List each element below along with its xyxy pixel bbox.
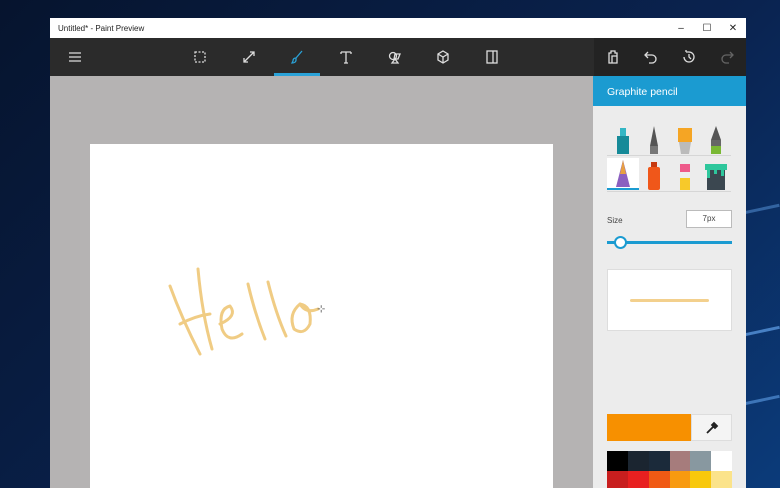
brush-preview [607, 269, 732, 331]
tool-crop-resize[interactable] [226, 38, 272, 76]
marker-icon [617, 128, 629, 154]
pen-icon [650, 126, 658, 154]
drawing-canvas[interactable]: ⊹ [90, 144, 553, 488]
brush-fill[interactable] [700, 158, 732, 190]
palette-swatch[interactable] [648, 451, 670, 471]
tool-stickers[interactable] [372, 38, 418, 76]
fountain-pen-icon [711, 126, 721, 154]
tool-3d-objects[interactable] [420, 38, 466, 76]
brush-eraser[interactable] [669, 158, 701, 190]
maximize-button[interactable]: ☐ [694, 23, 720, 34]
clipboard-icon [608, 50, 618, 64]
oil-brush-icon [678, 128, 692, 154]
tool-canvas[interactable] [469, 38, 515, 76]
palette-swatch[interactable] [669, 471, 691, 488]
palette-swatch[interactable] [627, 451, 649, 471]
brush-marker[interactable] [607, 122, 639, 154]
panel-title: Graphite pencil [593, 76, 746, 106]
history-group [594, 38, 746, 76]
pencil-icon [616, 160, 630, 187]
close-button[interactable]: ✕ [720, 23, 746, 34]
tool-select[interactable] [177, 38, 223, 76]
paint-window: Untitled* - Paint Preview – ☐ ✕ ⊹ Graphi… [50, 18, 746, 488]
paint-bucket-icon [705, 164, 727, 190]
eyedropper-icon [705, 421, 718, 434]
minimize-button[interactable]: – [668, 23, 694, 34]
divider [607, 155, 731, 156]
palette-swatch[interactable] [690, 471, 712, 488]
hello-drawing: ⊹ [168, 267, 325, 356]
eraser-icon [680, 164, 690, 190]
history-button[interactable] [670, 38, 708, 76]
canvas-area: ⊹ [50, 76, 593, 488]
resize-icon [243, 51, 255, 63]
palette-swatch[interactable] [711, 451, 732, 471]
cube-icon [437, 50, 449, 64]
window-title: Untitled* - Paint Preview [58, 23, 145, 33]
hamburger-icon [69, 52, 81, 62]
title-bar: Untitled* - Paint Preview – ☐ ✕ [50, 18, 746, 38]
redo-icon [721, 51, 734, 64]
palette-swatch[interactable] [711, 471, 732, 488]
palette-swatch[interactable] [648, 471, 670, 488]
brush-graphite-pencil[interactable] [607, 158, 639, 190]
menu-button[interactable] [52, 38, 98, 76]
size-input[interactable]: 7px [686, 210, 732, 228]
palette-swatch[interactable] [669, 451, 691, 471]
preview-stroke [630, 299, 709, 302]
cursor-icon: ⊹ [317, 304, 325, 315]
brush-panel: Graphite pencil Size 7px [593, 76, 746, 488]
palette-swatch[interactable] [607, 471, 628, 488]
size-slider-thumb[interactable] [613, 236, 627, 249]
history-icon [683, 50, 695, 63]
undo-icon [644, 51, 657, 64]
redo-button[interactable] [708, 38, 746, 76]
brush-calligraphy[interactable] [638, 122, 670, 154]
canvas-icon [486, 50, 498, 64]
palette-swatch[interactable] [627, 471, 649, 488]
palette-swatch[interactable] [690, 451, 712, 471]
brush-spray-can[interactable] [638, 158, 670, 190]
palette-swatch[interactable] [607, 451, 628, 471]
tool-text[interactable] [323, 38, 369, 76]
paste-button[interactable] [594, 38, 632, 76]
toolbar [50, 38, 746, 76]
tool-brushes[interactable] [274, 38, 320, 76]
brush-fountain-pen[interactable] [700, 122, 732, 154]
divider [607, 191, 731, 192]
shapes-icon [388, 51, 401, 64]
brush-oil[interactable] [669, 122, 701, 154]
undo-button[interactable] [632, 38, 670, 76]
select-icon [194, 51, 206, 63]
text-icon [340, 51, 352, 64]
current-color-swatch[interactable] [607, 414, 691, 441]
size-label: Size [607, 216, 623, 225]
eyedropper-button[interactable] [691, 414, 732, 441]
brush-icon [290, 50, 303, 64]
color-palette [607, 451, 732, 488]
spray-can-icon [648, 162, 660, 190]
